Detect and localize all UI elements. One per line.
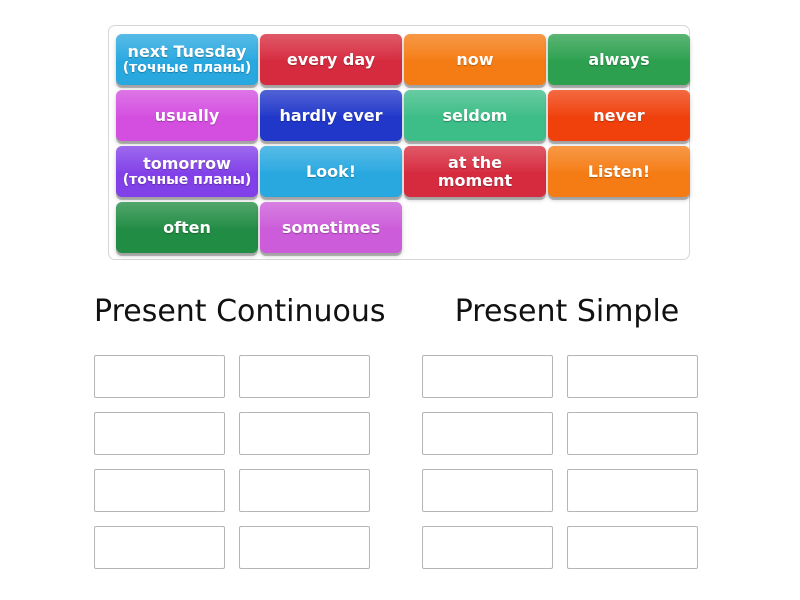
word-tile[interactable]: Listen! xyxy=(548,146,690,197)
drop-slot[interactable] xyxy=(239,526,370,569)
word-tile[interactable]: next Tuesday (точные планы) xyxy=(116,34,258,85)
word-tile-label: next Tuesday (точные планы) xyxy=(122,41,252,76)
drop-slot[interactable] xyxy=(239,469,370,512)
drop-slot[interactable] xyxy=(567,526,698,569)
drop-slot[interactable] xyxy=(94,355,225,398)
slot-grid-present-continuous xyxy=(94,355,384,569)
drop-slot[interactable] xyxy=(422,355,553,398)
word-tile-label: usually xyxy=(154,105,220,125)
word-tile-label: every day xyxy=(286,49,376,69)
word-tile[interactable]: seldom xyxy=(404,90,546,141)
drop-slot[interactable] xyxy=(567,412,698,455)
word-tile-label: seldom xyxy=(442,105,508,125)
word-tile[interactable]: never xyxy=(548,90,690,141)
word-tile[interactable]: every day xyxy=(260,34,402,85)
word-tile-placeholder xyxy=(404,202,546,253)
drop-slot[interactable] xyxy=(94,469,225,512)
word-tile-sublabel: (точные планы) xyxy=(122,59,252,76)
word-tile[interactable]: always xyxy=(548,34,690,85)
drop-slot[interactable] xyxy=(239,355,370,398)
word-tile-label: at the moment xyxy=(437,152,513,190)
word-tile-label: always xyxy=(588,49,650,69)
word-bank-container: next Tuesday (точные планы) every day now al… xyxy=(108,25,690,260)
drop-slot[interactable] xyxy=(239,412,370,455)
word-tile-label: Look! xyxy=(305,161,357,181)
drop-slot[interactable] xyxy=(94,526,225,569)
word-tile[interactable]: now xyxy=(404,34,546,85)
drop-slot[interactable] xyxy=(94,412,225,455)
column-title-present-simple: Present Simple xyxy=(454,294,680,329)
word-tile[interactable]: Look! xyxy=(260,146,402,197)
column-title-present-continuous: Present Continuous xyxy=(94,294,386,329)
word-tile-placeholder xyxy=(548,202,690,253)
group-column-present-simple: Present Simple xyxy=(422,285,712,569)
word-tile[interactable]: sometimes xyxy=(260,202,402,253)
word-tile-label: Listen! xyxy=(587,161,651,181)
word-tile[interactable]: tomorrow (точные планы) xyxy=(116,146,258,197)
word-tile[interactable]: usually xyxy=(116,90,258,141)
word-tile-sublabel: (точные планы) xyxy=(122,171,252,188)
word-tile-label: sometimes xyxy=(281,217,381,237)
word-tile[interactable]: at the moment xyxy=(404,146,546,197)
word-tile-label: now xyxy=(456,49,494,69)
drop-slot[interactable] xyxy=(422,412,553,455)
word-tile[interactable]: hardly ever xyxy=(260,90,402,141)
word-tile-label: often xyxy=(163,217,211,237)
word-tile[interactable]: often xyxy=(116,202,258,253)
group-column-present-continuous: Present Continuous xyxy=(94,285,386,569)
word-tile-grid: next Tuesday (точные планы) every day now al… xyxy=(113,32,690,253)
drop-slot[interactable] xyxy=(422,469,553,512)
slot-grid-present-simple xyxy=(422,355,712,569)
word-tile-label: hardly ever xyxy=(279,105,383,125)
word-tile-label: never xyxy=(593,105,645,125)
word-tile-label: tomorrow (точные планы) xyxy=(122,153,252,188)
drop-slot[interactable] xyxy=(567,469,698,512)
drop-slot[interactable] xyxy=(422,526,553,569)
drop-slot[interactable] xyxy=(567,355,698,398)
